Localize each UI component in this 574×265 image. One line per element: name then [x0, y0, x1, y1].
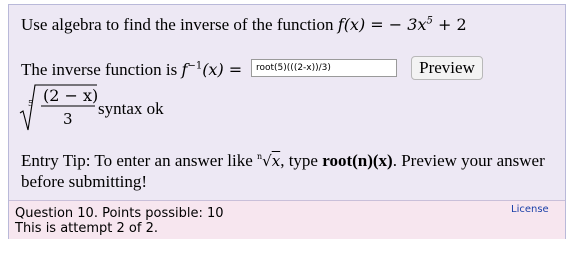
- syntax-status: syntax ok: [98, 99, 164, 118]
- nth-root-example-icon: n√x: [257, 152, 281, 170]
- tip-code: root(n)(x): [322, 151, 393, 170]
- inverse-superscript: −1: [187, 60, 203, 72]
- points-line: Question 10. Points possible: 10: [15, 206, 224, 221]
- function-coefficient: − 3x: [388, 15, 427, 34]
- entry-tip-line2: before submitting!: [21, 172, 148, 191]
- preview-numerator: (2 − x): [43, 86, 99, 105]
- question-card: Use algebra to find the inverse of the f…: [8, 4, 566, 239]
- question-info-bar: Question 10. Points possible: 10 This is…: [9, 200, 565, 239]
- preview-button[interactable]: Preview: [411, 56, 483, 80]
- question-body: Use algebra to find the inverse of the f…: [9, 5, 565, 200]
- prompt-text: Use algebra to find the inverse of the f…: [21, 15, 334, 34]
- tip-text-post: . Preview your answer: [392, 151, 545, 170]
- license-link[interactable]: License: [511, 204, 549, 215]
- inverse-notation: f−1(x) =: [182, 60, 243, 79]
- example-index: n: [257, 152, 263, 161]
- answer-label: The inverse function is f−1(x) =: [21, 60, 242, 80]
- preview-root-index: 5: [28, 99, 34, 108]
- function-expression: f(x) = − 3x5 + 2: [338, 15, 467, 34]
- function-tail: + 2: [432, 15, 467, 34]
- tip-text-pre: Entry Tip: To enter an answer like: [21, 151, 257, 170]
- function-lhs: f(x) =: [337, 15, 384, 34]
- example-var: x: [271, 152, 281, 170]
- entry-tip-line1: Entry Tip: To enter an answer like n√x, …: [21, 151, 545, 171]
- answer-input[interactable]: [251, 59, 397, 77]
- question-prompt: Use algebra to find the inverse of the f…: [21, 15, 467, 35]
- tip-text-mid: , type: [280, 151, 323, 170]
- preview-denominator: 3: [63, 110, 73, 128]
- answer-label-text: The inverse function is: [21, 60, 182, 79]
- attempt-line: This is attempt 2 of 2.: [15, 221, 158, 236]
- inverse-arg: (x) =: [202, 60, 243, 79]
